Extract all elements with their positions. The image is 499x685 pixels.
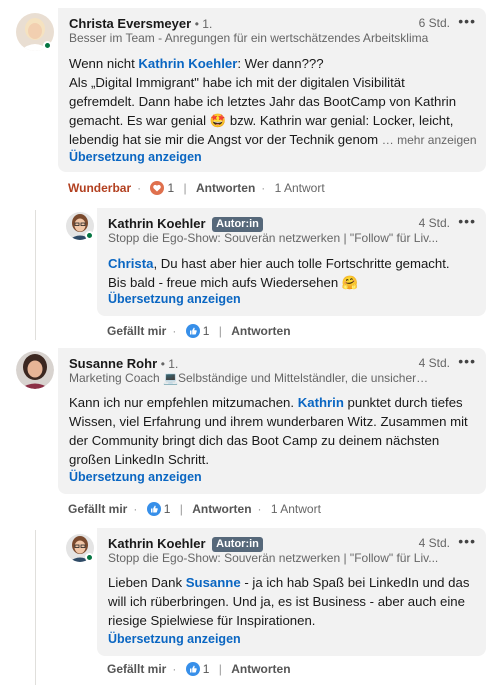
emoji: 🤗: [341, 275, 359, 290]
comment-bubble: Kathrin Koehler Autor:in 4 Std. ••• Stop…: [97, 528, 486, 656]
author-name[interactable]: Kathrin Koehler: [108, 536, 206, 551]
author-headline: Stopp die Ego-Show: Souverän netzwerken …: [108, 551, 439, 565]
heart-reaction-icon: [150, 181, 165, 195]
reaction-count[interactable]: 1: [146, 502, 174, 516]
author-name[interactable]: Christa Eversmeyer: [69, 16, 191, 31]
mention-link[interactable]: Christa: [108, 256, 153, 271]
avatar[interactable]: [66, 212, 94, 240]
translate-link[interactable]: Übersetzung anzeigen: [69, 470, 202, 484]
comment-text: Wenn nicht Kathrin Koehler: Wer dann??? …: [69, 56, 477, 147]
comment-christa: Christa Eversmeyer • 1. 6 Std. ••• Besse…: [0, 0, 499, 200]
reply-count[interactable]: 1 Antwort: [275, 181, 325, 195]
see-more-link[interactable]: … mehr anzeigen: [382, 133, 477, 147]
more-options-icon[interactable]: •••: [458, 533, 476, 549]
reply-button[interactable]: Antworten: [192, 502, 251, 516]
author-headline: Stopp die Ego-Show: Souverän netzwerken …: [108, 231, 439, 245]
avatar-photo: [16, 351, 54, 389]
timestamp: 4 Std.: [418, 536, 450, 550]
like-reaction-icon: [185, 662, 200, 676]
like-reaction-icon: [185, 324, 200, 338]
reply-count[interactable]: 1 Antwort: [271, 502, 321, 516]
comment-actions: Gefällt mir · 1 | Antworten: [107, 324, 291, 338]
comment-actions: Gefällt mir · 1 | Antworten · 1 Antwort: [68, 502, 321, 516]
emoji: 🤩: [209, 113, 227, 128]
author-badge: Autor:in: [212, 217, 263, 232]
more-options-icon[interactable]: •••: [458, 13, 476, 29]
like-button[interactable]: Gefällt mir: [107, 324, 166, 338]
online-status-indicator: [85, 231, 94, 240]
comment-bubble: Susanne Rohr • 1. 4 Std. ••• Marketing C…: [58, 348, 486, 494]
mention-link[interactable]: Kathrin: [298, 395, 344, 410]
timestamp: 4 Std.: [418, 356, 450, 370]
reaction-count[interactable]: 1: [185, 324, 213, 338]
author-name[interactable]: Susanne Rohr: [69, 356, 157, 371]
connection-degree: • 1.: [194, 17, 213, 31]
reaction-count[interactable]: 1: [150, 181, 177, 195]
reply-button[interactable]: Antworten: [231, 324, 290, 338]
comment-text: Lieben Dank Susanne - ja ich hab Spaß be…: [108, 575, 470, 628]
more-options-icon[interactable]: •••: [458, 353, 476, 369]
reaction-button[interactable]: Wunderbar: [68, 181, 131, 195]
comment-thread: Christa Eversmeyer • 1. 6 Std. ••• Besse…: [0, 0, 499, 685]
author-badge: Autor:in: [212, 537, 263, 552]
author-headline: Marketing Coach 💻Selbständige und Mittel…: [69, 371, 429, 385]
translate-link[interactable]: Übersetzung anzeigen: [108, 632, 241, 646]
comment-text: Christa, Du hast aber hier auch tolle Fo…: [108, 256, 450, 290]
connection-degree: • 1.: [160, 357, 179, 371]
timestamp: 6 Std.: [418, 16, 450, 30]
online-status-indicator: [43, 41, 52, 50]
comment-actions: Gefällt mir · 1 | Antworten: [107, 662, 291, 676]
reply-kathrin-1: Kathrin Koehler Autor:in 4 Std. ••• Stop…: [0, 200, 499, 345]
more-options-icon[interactable]: •••: [458, 213, 476, 229]
author-headline: Besser im Team - Anregungen für ein wert…: [69, 31, 429, 45]
translate-link[interactable]: Übersetzung anzeigen: [108, 292, 241, 306]
comment-susanne: Susanne Rohr • 1. 4 Std. ••• Marketing C…: [0, 345, 499, 525]
like-button[interactable]: Gefällt mir: [68, 502, 127, 516]
like-button[interactable]: Gefällt mir: [107, 662, 166, 676]
timestamp: 4 Std.: [418, 216, 450, 230]
reaction-count[interactable]: 1: [185, 662, 213, 676]
comment-actions: Wunderbar · 1 | Antworten · 1 Antwort: [68, 181, 325, 195]
avatar[interactable]: [66, 534, 94, 562]
reply-button[interactable]: Antworten: [231, 662, 290, 676]
reply-kathrin-2: Kathrin Koehler Autor:in 4 Std. ••• Stop…: [0, 525, 499, 685]
comment-bubble: Christa Eversmeyer • 1. 6 Std. ••• Besse…: [58, 8, 486, 172]
avatar[interactable]: [16, 13, 54, 51]
reply-button[interactable]: Antworten: [196, 181, 255, 195]
comment-text: Kann ich nur empfehlen mitzumachen. Kath…: [69, 395, 468, 467]
online-status-indicator: [85, 553, 94, 562]
comment-bubble: Kathrin Koehler Autor:in 4 Std. ••• Stop…: [97, 208, 486, 316]
mention-link[interactable]: Susanne: [186, 575, 241, 590]
like-reaction-icon: [146, 502, 161, 516]
mention-link[interactable]: Kathrin Koehler: [138, 56, 237, 71]
avatar[interactable]: [16, 351, 54, 389]
author-name[interactable]: Kathrin Koehler: [108, 216, 206, 231]
translate-link[interactable]: Übersetzung anzeigen: [69, 150, 202, 164]
